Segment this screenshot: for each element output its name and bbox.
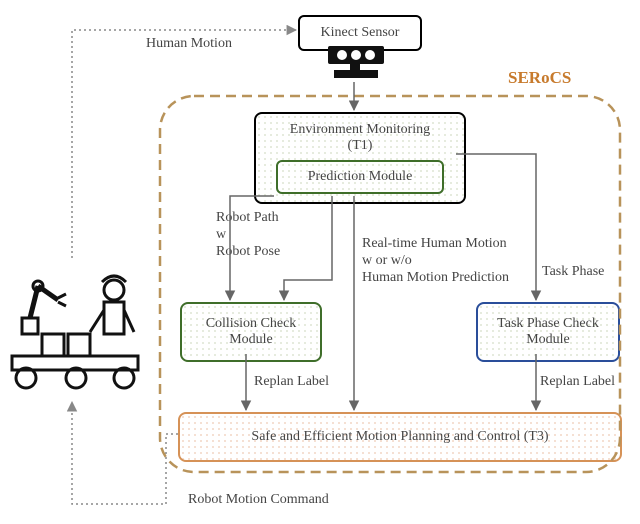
prediction-module-box: Prediction Module [276, 160, 444, 194]
task-phase-edge-label: Task Phase [542, 264, 604, 281]
replan-label-left: Replan Label [254, 374, 329, 391]
replan-label-right: Replan Label [540, 374, 615, 391]
motion-planning-box: Safe and Efficient Motion Planning and C… [178, 412, 622, 462]
env-monitoring-box: Environment Monitoring (T1) Prediction M… [254, 112, 466, 204]
workstation-icon [8, 260, 146, 405]
human-motion-edge-label: Human Motion [146, 36, 232, 53]
collision-check-box: Collision Check Module [180, 302, 322, 362]
realtime-motion-edge-label: Real-time Human Motion w or w/o Human Mo… [362, 236, 509, 286]
robot-motion-command-label: Robot Motion Command [188, 492, 329, 509]
kinect-icon [320, 44, 392, 87]
kinect-sensor-label: Kinect Sensor [321, 25, 400, 41]
prediction-module-label: Prediction Module [308, 169, 413, 185]
collision-check-label: Collision Check Module [206, 316, 297, 348]
robot-path-edge-label: Robot Path w Robot Pose [216, 210, 280, 260]
task-phase-check-label: Task Phase Check Module [497, 316, 599, 348]
serocs-title: SERoCS [508, 68, 571, 88]
env-monitoring-title: Environment Monitoring (T1) [290, 122, 430, 154]
task-phase-check-box: Task Phase Check Module [476, 302, 620, 362]
motion-planning-label: Safe and Efficient Motion Planning and C… [251, 429, 548, 445]
